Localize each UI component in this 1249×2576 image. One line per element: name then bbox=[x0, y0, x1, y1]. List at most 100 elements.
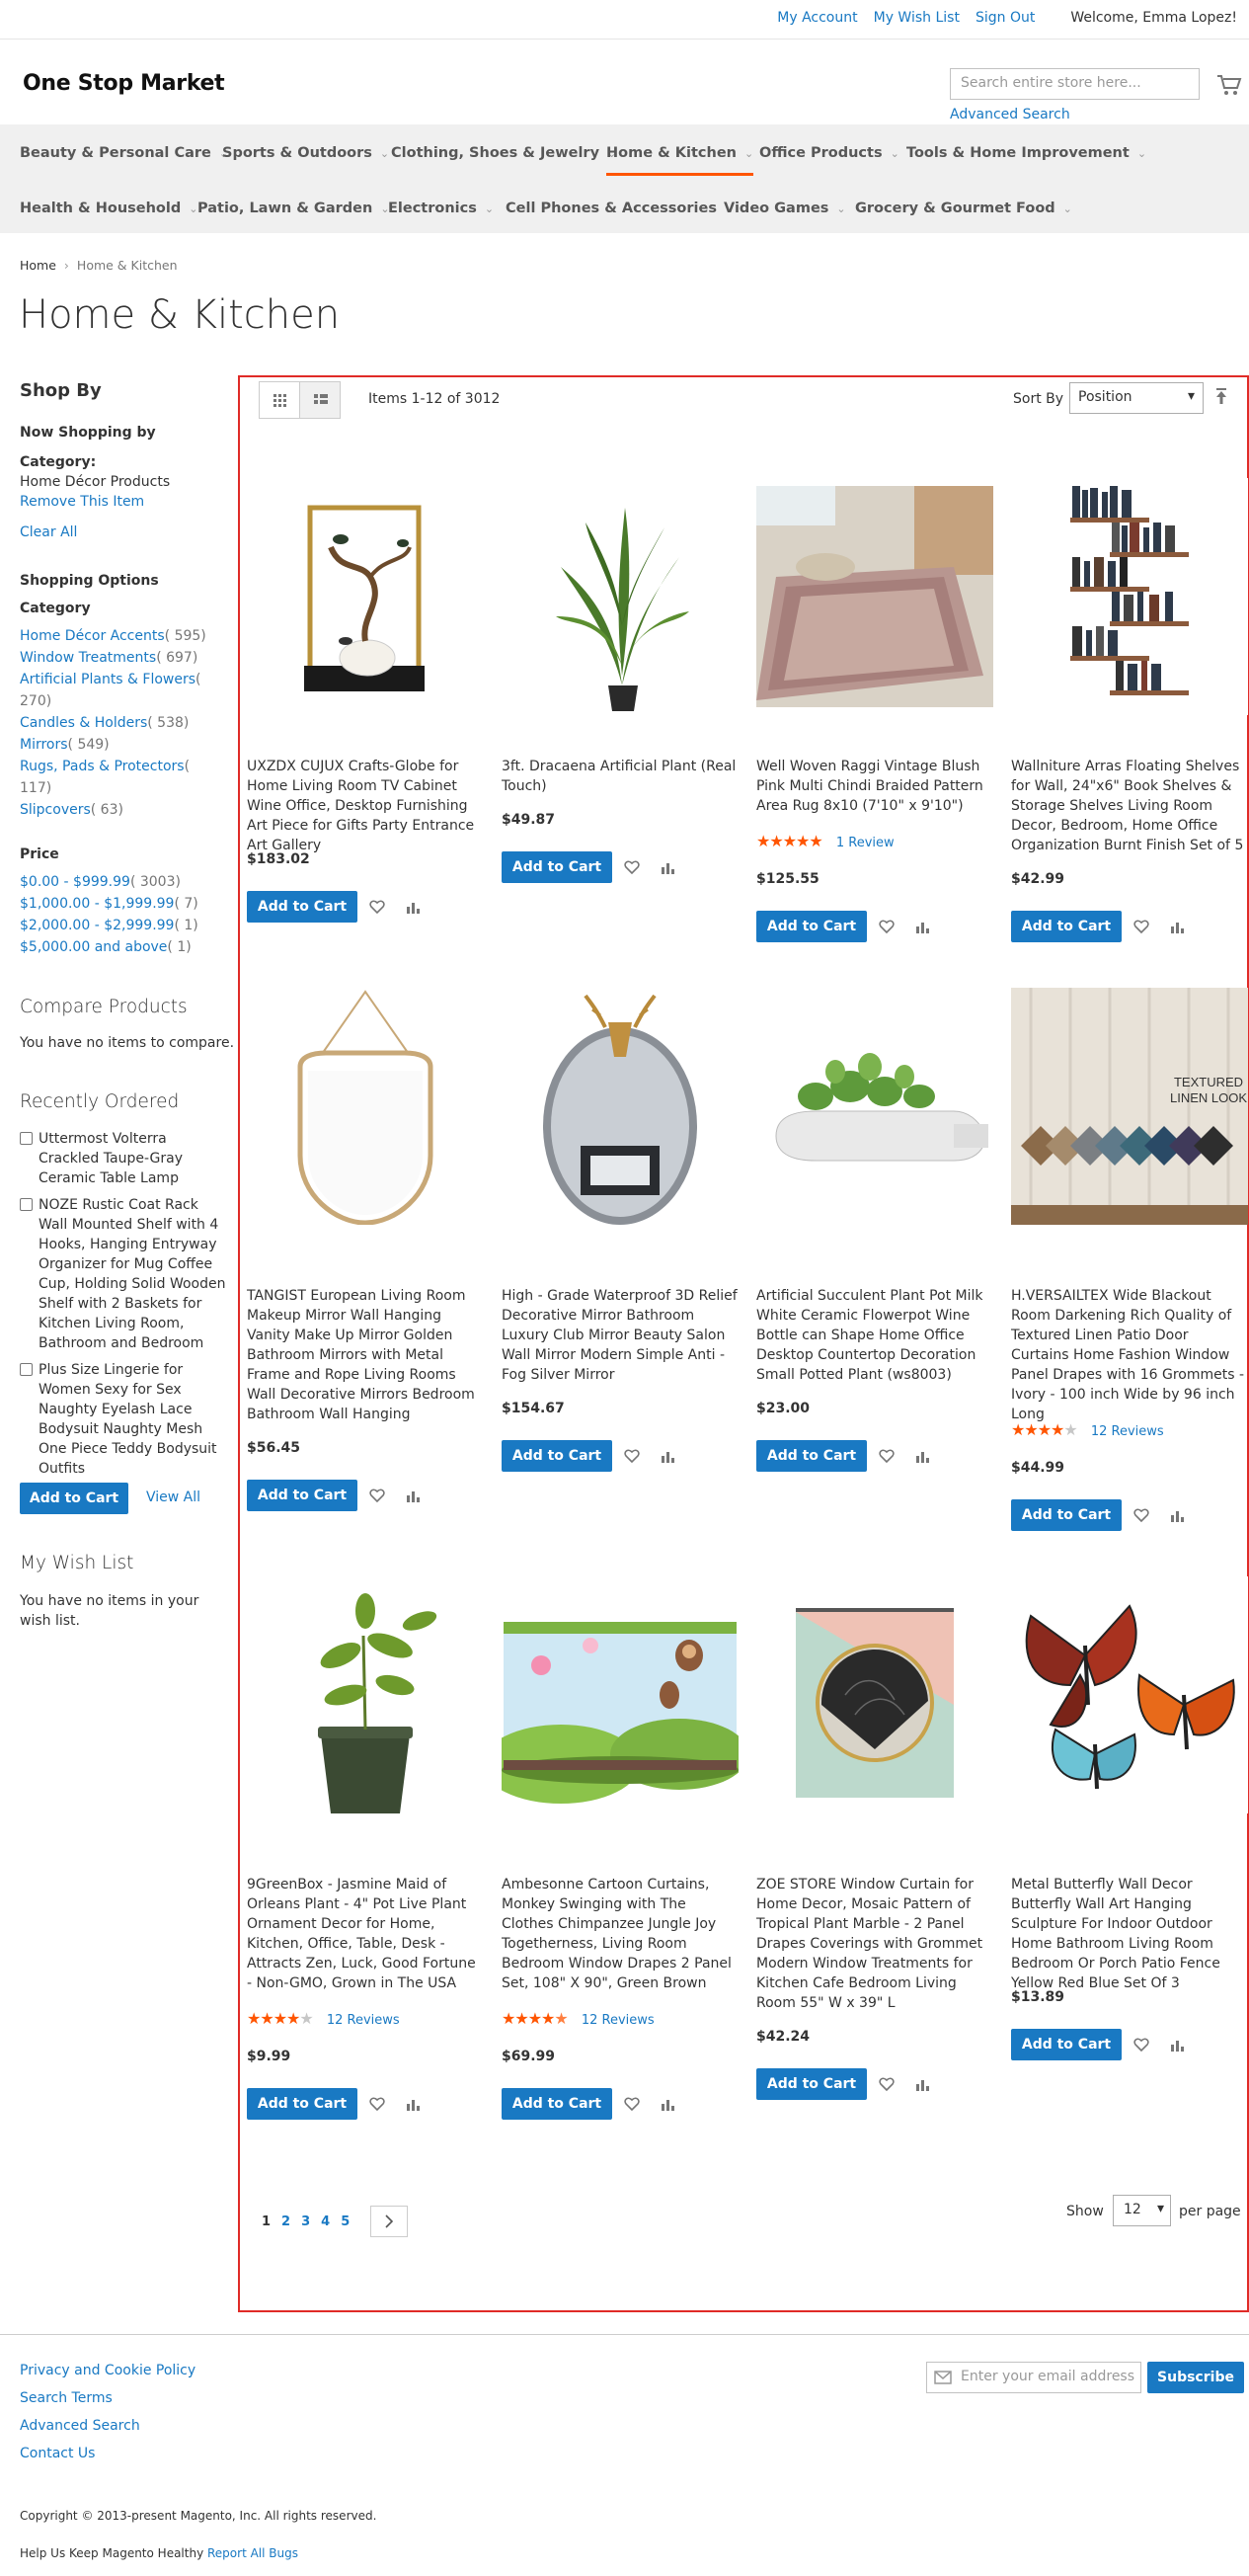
category-filter-item[interactable]: Artificial Plants & Flowers(270) bbox=[20, 669, 207, 712]
compare-icon[interactable] bbox=[914, 1448, 930, 1464]
recent-item-name[interactable]: Plus Size Lingerie for Women Sexy for Se… bbox=[39, 1360, 226, 1479]
recent-item-checkbox[interactable] bbox=[20, 1363, 33, 1376]
product-name[interactable]: 3ft. Dracaena Artificial Plant (Real Tou… bbox=[502, 757, 739, 796]
heart-icon[interactable] bbox=[1133, 919, 1149, 934]
product-image[interactable]: TEXTURED LINEN LOOK bbox=[1011, 988, 1248, 1225]
footer-link-privacy[interactable]: Privacy and Cookie Policy bbox=[20, 2363, 195, 2378]
product-image[interactable] bbox=[756, 988, 993, 1225]
compare-icon[interactable] bbox=[405, 899, 421, 915]
add-to-cart-button[interactable]: Add to Cart bbox=[247, 1480, 357, 1511]
add-to-cart-button[interactable]: Add to Cart bbox=[756, 1440, 867, 1472]
product-name[interactable]: H.VERSAILTEX Wide Blackout Room Darkenin… bbox=[1011, 1286, 1248, 1424]
list-view-button[interactable] bbox=[299, 381, 341, 419]
compare-icon[interactable] bbox=[405, 1488, 421, 1503]
nav-item-clothing[interactable]: Clothing, Shoes & Jewelry ⌄ bbox=[391, 145, 616, 161]
compare-icon[interactable] bbox=[1169, 919, 1185, 934]
per-page-select[interactable]: 12 bbox=[1113, 2195, 1171, 2226]
category-filter-item[interactable]: Rugs, Pads & Protectors(117) bbox=[20, 756, 207, 799]
category-filter-item[interactable]: Home Décor Accents( 595) bbox=[20, 625, 207, 647]
reviews-link[interactable]: 12 Reviews bbox=[327, 2013, 400, 2028]
compare-icon[interactable] bbox=[405, 2096, 421, 2112]
product-image[interactable] bbox=[1011, 1576, 1248, 1813]
product-image[interactable] bbox=[502, 1576, 739, 1813]
price-filter-item[interactable]: $1,000.00 - $1,999.99( 7) bbox=[20, 893, 217, 915]
heart-icon[interactable] bbox=[624, 859, 640, 875]
view-all-link[interactable]: View All bbox=[146, 1489, 200, 1505]
price-filter-link[interactable]: $2,000.00 - $2,999.99 bbox=[20, 918, 174, 933]
price-filter-item[interactable]: $2,000.00 - $2,999.99( 1) bbox=[20, 915, 217, 936]
report-bugs-link[interactable]: Report All Bugs bbox=[207, 2546, 298, 2560]
compare-icon[interactable] bbox=[660, 1448, 675, 1464]
price-filter-item[interactable]: $5,000.00 and above( 1) bbox=[20, 936, 217, 958]
add-to-cart-button[interactable]: Add to Cart bbox=[1011, 2029, 1122, 2060]
compare-icon[interactable] bbox=[914, 919, 930, 934]
heart-icon[interactable] bbox=[879, 2076, 895, 2092]
footer-link-contact[interactable]: Contact Us bbox=[20, 2446, 95, 2461]
compare-icon[interactable] bbox=[660, 859, 675, 875]
page-link[interactable]: 5 bbox=[341, 2214, 350, 2229]
heart-icon[interactable] bbox=[369, 2096, 385, 2112]
sort-direction-arrow-icon[interactable] bbox=[1213, 387, 1229, 405]
recent-item-checkbox[interactable] bbox=[20, 1132, 33, 1145]
product-image[interactable] bbox=[247, 988, 484, 1225]
product-name[interactable]: 9GreenBox - Jasmine Maid of Orleans Plan… bbox=[247, 1875, 484, 1993]
category-filter-item[interactable]: Slipcovers( 63) bbox=[20, 799, 207, 821]
product-name[interactable]: Wallniture Arras Floating Shelves for Wa… bbox=[1011, 757, 1248, 855]
grid-view-button[interactable] bbox=[259, 381, 300, 419]
price-filter-link[interactable]: $5,000.00 and above bbox=[20, 939, 167, 955]
add-to-cart-button[interactable]: Add to Cart bbox=[247, 2088, 357, 2120]
clear-all-link[interactable]: Clear All bbox=[20, 524, 77, 540]
heart-icon[interactable] bbox=[624, 2096, 640, 2112]
nav-item-video-games[interactable]: Video Games ⌄ bbox=[724, 201, 846, 216]
category-filter-item[interactable]: Mirrors( 549) bbox=[20, 734, 207, 756]
remove-filter-link[interactable]: Remove This Item bbox=[20, 494, 144, 510]
footer-link-search-terms[interactable]: Search Terms bbox=[20, 2390, 113, 2406]
product-name[interactable]: Ambesonne Cartoon Curtains, Monkey Swing… bbox=[502, 1875, 739, 1993]
nav-item-beauty[interactable]: Beauty & Personal Care ⌄ bbox=[20, 145, 228, 161]
add-to-cart-button[interactable]: Add to Cart bbox=[502, 851, 612, 883]
nav-item-patio[interactable]: Patio, Lawn & Garden ⌄ bbox=[197, 201, 390, 216]
add-to-cart-button[interactable]: Add to Cart bbox=[756, 2068, 867, 2100]
heart-icon[interactable] bbox=[624, 1448, 640, 1464]
heart-icon[interactable] bbox=[1133, 1507, 1149, 1523]
nav-item-grocery[interactable]: Grocery & Gourmet Food ⌄ bbox=[855, 201, 1072, 216]
product-image[interactable] bbox=[502, 478, 739, 715]
my-account-link[interactable]: My Account bbox=[777, 10, 857, 26]
recent-item-name[interactable]: Uttermost Volterra Crackled Taupe-Gray C… bbox=[39, 1129, 226, 1188]
product-image[interactable] bbox=[756, 478, 993, 715]
product-name[interactable]: TANGIST European Living Room Makeup Mirr… bbox=[247, 1286, 484, 1424]
product-name[interactable]: ZOE STORE Window Curtain for Home Decor,… bbox=[756, 1875, 993, 2013]
next-page-button[interactable] bbox=[370, 2206, 409, 2237]
add-to-cart-button[interactable]: Add to Cart bbox=[1011, 911, 1122, 942]
page-link[interactable]: 4 bbox=[321, 2214, 330, 2229]
price-filter-item[interactable]: $0.00 - $999.99( 3003) bbox=[20, 871, 217, 893]
nav-item-electronics[interactable]: Electronics ⌄ bbox=[388, 201, 494, 216]
reviews-link[interactable]: 12 Reviews bbox=[582, 2013, 655, 2028]
category-filter-link[interactable]: Candles & Holders bbox=[20, 715, 147, 731]
nav-item-tools[interactable]: Tools & Home Improvement ⌄ bbox=[906, 145, 1146, 161]
heart-icon[interactable] bbox=[1133, 2037, 1149, 2053]
reviews-link[interactable]: 1 Review bbox=[836, 836, 895, 850]
advanced-search-link[interactable]: Advanced Search bbox=[950, 107, 1070, 122]
product-name[interactable]: UXZDX CUJUX Crafts-Globe for Home Living… bbox=[247, 757, 484, 855]
category-filter-link[interactable]: Window Treatments bbox=[20, 650, 156, 666]
category-filter-link[interactable]: Rugs, Pads & Protectors bbox=[20, 759, 185, 774]
compare-icon[interactable] bbox=[1169, 1507, 1185, 1523]
cart-icon[interactable] bbox=[1216, 73, 1242, 97]
heart-icon[interactable] bbox=[369, 899, 385, 915]
my-wish-list-link[interactable]: My Wish List bbox=[874, 10, 960, 26]
category-filter-item[interactable]: Candles & Holders( 538) bbox=[20, 712, 207, 734]
nav-item-health[interactable]: Health & Household ⌄ bbox=[20, 201, 197, 216]
page-link[interactable]: 2 bbox=[281, 2214, 290, 2229]
page-link[interactable]: 3 bbox=[301, 2214, 310, 2229]
breadcrumb-home[interactable]: Home bbox=[20, 258, 56, 273]
add-to-cart-button[interactable]: Add to Cart bbox=[502, 2088, 612, 2120]
heart-icon[interactable] bbox=[879, 919, 895, 934]
price-filter-link[interactable]: $1,000.00 - $1,999.99 bbox=[20, 896, 174, 912]
product-name[interactable]: Metal Butterfly Wall Decor Butterfly Wal… bbox=[1011, 1875, 1248, 1993]
sign-out-link[interactable]: Sign Out bbox=[976, 10, 1035, 26]
product-image[interactable] bbox=[756, 1576, 993, 1813]
category-filter-link[interactable]: Home Décor Accents bbox=[20, 628, 165, 644]
compare-icon[interactable] bbox=[660, 2096, 675, 2112]
nav-item-sports[interactable]: Sports & Outdoors ⌄ bbox=[222, 145, 389, 161]
